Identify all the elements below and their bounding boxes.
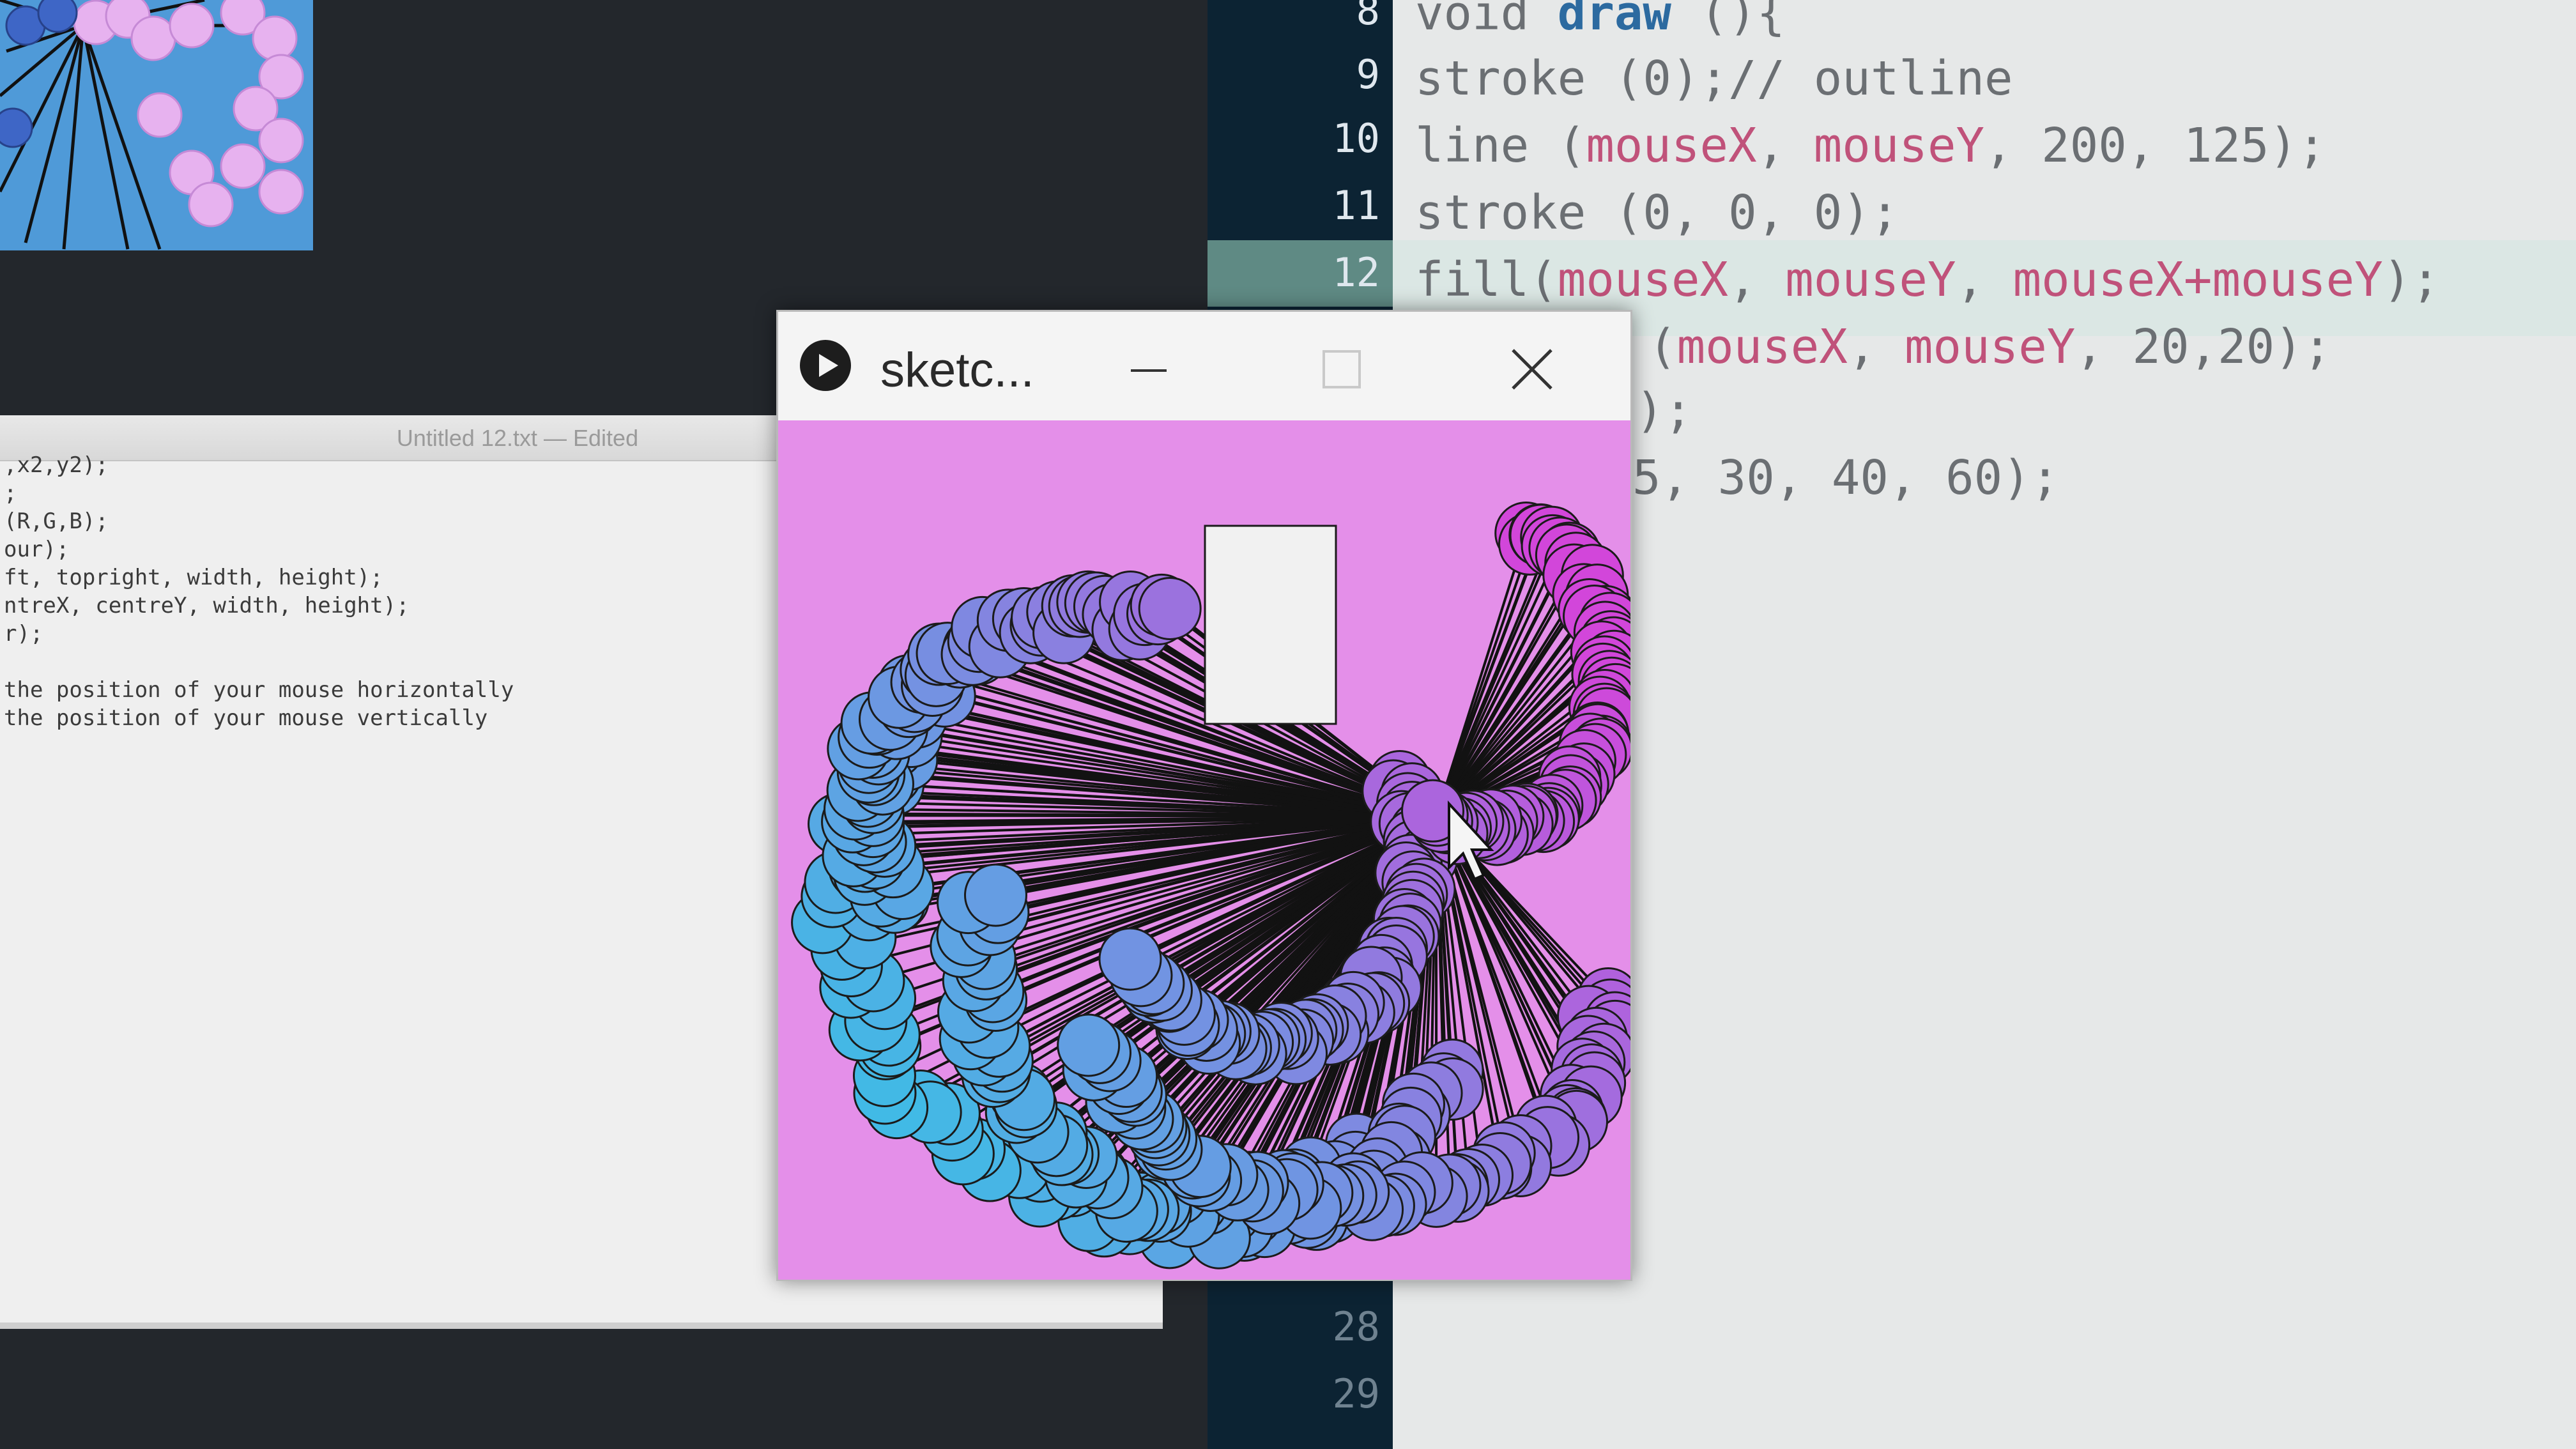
line-number: 8 [1356, 0, 1380, 34]
close-icon[interactable] [1494, 337, 1570, 401]
line-number: 29 [1332, 1370, 1380, 1417]
text-line[interactable]: r); [4, 621, 43, 647]
code-line-11[interactable]: stroke (0, 0, 0); [1415, 185, 1899, 240]
sketch-title: sketc... [880, 343, 1034, 397]
text-line[interactable]: ,x2,y2); [4, 452, 109, 478]
code-line-12[interactable]: fill(mouseX, mouseY, mouseX+mouseY); [1415, 252, 2440, 307]
sketch-circle [1057, 1013, 1121, 1077]
sketch-rectangle [1204, 525, 1337, 725]
maximize-icon[interactable] [1302, 337, 1379, 401]
line-number: 10 [1332, 115, 1380, 162]
minimize-icon[interactable] [1110, 337, 1187, 401]
sketch-circle [963, 863, 1027, 927]
sketch-window[interactable]: sketc... [776, 310, 1632, 1281]
text-line[interactable]: the position of your mouse horizontally [4, 677, 514, 703]
text-line[interactable]: ft, topright, width, height); [4, 565, 383, 590]
play-icon [800, 340, 851, 391]
line-number: 11 [1332, 182, 1380, 229]
text-line[interactable]: ntreX, centreY, width, height); [4, 593, 410, 618]
sketch-titlebar[interactable]: sketc... [778, 312, 1630, 420]
sketch-circle [1138, 576, 1202, 640]
code-line-15[interactable]: 5, 30, 40, 60); [1632, 450, 2059, 505]
code-line-13[interactable]: (mouseX, mouseY, 20,20); [1648, 319, 2331, 374]
text-line[interactable]: ; [4, 480, 17, 506]
code-line-9[interactable]: stroke (0);// outline [1415, 51, 2013, 106]
text-line[interactable]: our); [4, 537, 69, 562]
sketch-thumbnail[interactable] [0, 0, 313, 250]
code-line-10[interactable]: line (mouseX, mouseY, 200, 125); [1415, 118, 2326, 173]
text-line[interactable]: (R,G,B); [4, 509, 109, 534]
line-number: 28 [1332, 1303, 1380, 1350]
line-number: 9 [1356, 51, 1380, 98]
sketch-circle [1098, 927, 1162, 991]
sketch-canvas[interactable] [778, 420, 1630, 1280]
sketch-artwork [778, 420, 1630, 1280]
thumbnail-art [0, 0, 313, 250]
text-editor-title: Untitled 12.txt — Edited [396, 425, 639, 451]
line-number: 12 [1332, 249, 1380, 296]
code-line-8[interactable]: void draw (){ [1415, 0, 1785, 41]
code-line-14[interactable]: ); [1636, 383, 1692, 438]
text-line[interactable]: the position of your mouse vertically [4, 705, 487, 731]
